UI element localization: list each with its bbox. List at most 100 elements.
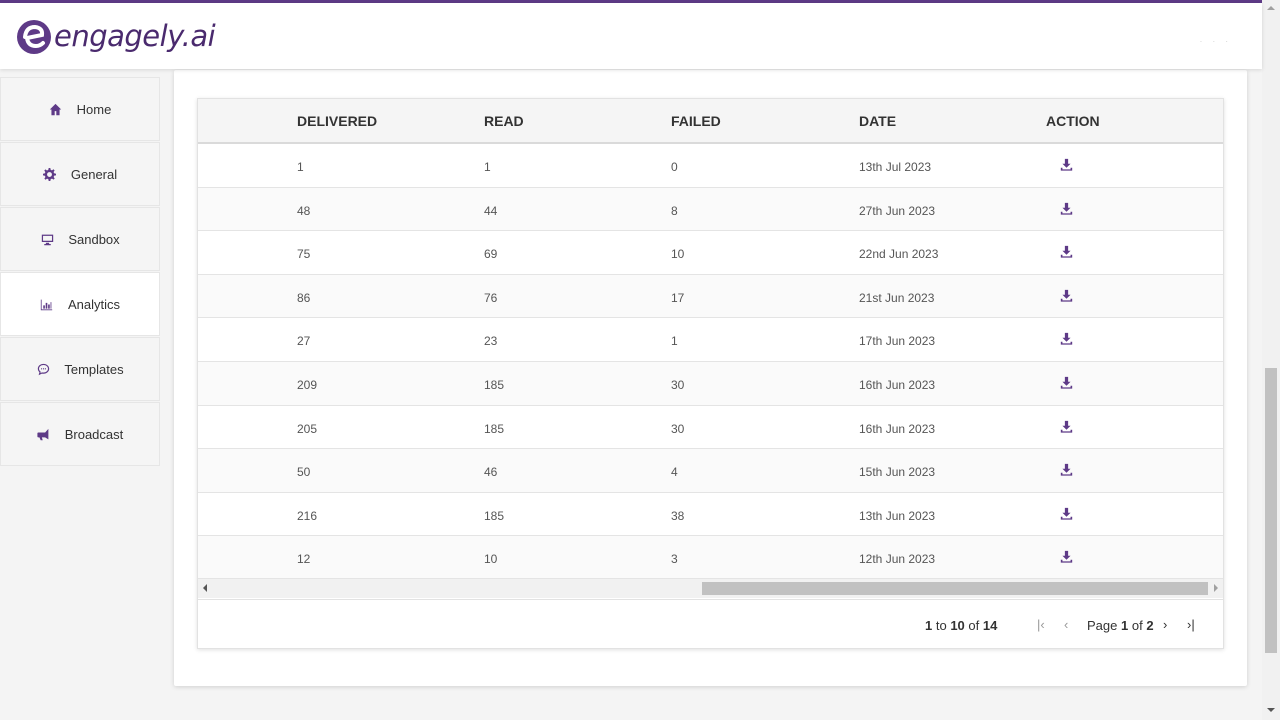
cell-failed: 17 <box>671 290 685 305</box>
cell-failed: 8 <box>671 203 678 218</box>
sidebar-item-label: Broadcast <box>64 426 124 442</box>
row-range-end: 10 <box>950 618 965 633</box>
cell-read: 185 <box>484 377 505 392</box>
cell-read: 185 <box>484 508 505 523</box>
table-row: 75 69 10 22nd Jun 2023 <box>198 231 1223 275</box>
download-icon[interactable] <box>1060 245 1074 259</box>
sidebar-item-broadcast[interactable]: Broadcast <box>0 402 160 466</box>
cell-date: 27th Jun 2023 <box>859 203 936 218</box>
horizontal-scroll-thumb[interactable] <box>702 582 1208 595</box>
cell-delivered: 1 <box>297 160 304 174</box>
cell-failed: 3 <box>671 552 678 567</box>
cell-delivered: 50 <box>297 465 311 480</box>
last-page-icon[interactable]: ›| <box>1187 617 1195 632</box>
table-row: 86 76 17 21st Jun 2023 <box>198 274 1223 319</box>
table-row: 216 185 38 13th Jun 2023 <box>198 493 1223 537</box>
home-icon <box>49 102 63 116</box>
sidebar-item-general[interactable]: General <box>0 142 160 206</box>
sidebar-item-label: Templates <box>64 361 124 377</box>
page-indicator: Page 1 of 2 <box>1087 618 1154 633</box>
previous-page-icon[interactable]: ‹ <box>1064 617 1068 632</box>
table-body: 1 1 0 13th Jul 2023 48 44 8 27th Jun 2023 75 69 10… <box>198 144 1223 580</box>
scroll-right-icon[interactable] <box>1214 584 1218 592</box>
vertical-scroll-thumb[interactable] <box>1265 368 1277 653</box>
cell-delivered: 205 <box>297 421 318 436</box>
scroll-down-icon[interactable] <box>1267 708 1275 712</box>
megaphone-icon <box>37 427 51 441</box>
column-header-delivered[interactable]: DELIVERED <box>297 113 377 129</box>
sidebar-item-analytics[interactable]: Analytics <box>0 272 160 336</box>
cell-read: 185 <box>484 421 505 436</box>
cell-delivered: 209 <box>297 377 318 392</box>
of-word: of <box>968 618 980 633</box>
scroll-up-icon[interactable] <box>1267 6 1275 10</box>
cell-delivered: 12 <box>297 552 311 567</box>
download-icon[interactable] <box>1060 420 1074 434</box>
cell-read: 1 <box>484 160 491 174</box>
row-total: 14 <box>982 618 998 633</box>
cell-date: 13th Jul 2023 <box>859 160 932 174</box>
download-icon[interactable] <box>1060 463 1074 477</box>
table-row: 1 1 0 13th Jul 2023 <box>198 144 1223 188</box>
cell-failed: 38 <box>671 508 685 523</box>
total-pages: 2 <box>1146 618 1154 633</box>
monitor-icon <box>40 232 54 246</box>
download-icon[interactable] <box>1060 158 1074 172</box>
next-page-icon[interactable]: › <box>1163 617 1167 632</box>
download-icon[interactable] <box>1060 202 1074 216</box>
sidebar-item-home[interactable]: Home <box>0 77 160 141</box>
download-icon[interactable] <box>1060 550 1074 564</box>
cell-read: 10 <box>484 552 498 567</box>
cell-date: 21st Jun 2023 <box>859 290 935 305</box>
logo-mark-icon <box>17 20 51 54</box>
scroll-left-icon[interactable] <box>203 584 207 592</box>
cell-delivered: 75 <box>297 247 311 262</box>
horizontal-scrollbar[interactable] <box>198 578 1223 598</box>
cell-read: 44 <box>484 203 498 218</box>
cell-read: 46 <box>484 465 498 480</box>
cell-delivered: 27 <box>297 334 311 349</box>
download-icon[interactable] <box>1060 289 1074 303</box>
pagination: 1 to 10 of 14 |‹ ‹ Page 1 of 2 › ›| <box>198 599 1223 649</box>
row-count-summary: 1 to 10 of 14 <box>925 618 997 633</box>
to-word: to <box>935 618 947 633</box>
sidebar-item-sandbox[interactable]: Sandbox <box>0 207 160 271</box>
cell-date: 15th Jun 2023 <box>859 465 936 480</box>
cell-date: 13th Jun 2023 <box>859 508 936 523</box>
vertical-scrollbar[interactable] <box>1262 0 1280 720</box>
sidebar-item-label: Home <box>76 101 112 117</box>
download-icon[interactable] <box>1060 376 1074 390</box>
gear-icon <box>43 167 57 181</box>
cell-read: 76 <box>484 290 498 305</box>
cell-failed: 4 <box>671 465 678 480</box>
bar-chart-icon <box>40 297 54 311</box>
sidebar-item-templates[interactable]: Templates <box>0 337 160 401</box>
cell-date: 16th Jun 2023 <box>859 421 936 436</box>
table-row: 48 44 8 27th Jun 2023 <box>198 187 1223 232</box>
cell-date: 17th Jun 2023 <box>859 334 936 349</box>
header-faint-dots: · · · <box>1199 37 1232 46</box>
download-icon[interactable] <box>1060 332 1074 346</box>
column-header-failed[interactable]: FAILED <box>671 113 721 129</box>
table-row: 12 10 3 12th Jun 2023 <box>198 536 1223 580</box>
sidebar: Home General Sandbox Analytics Templates… <box>0 77 160 467</box>
sidebar-item-label: Sandbox <box>68 231 120 247</box>
column-header-read[interactable]: READ <box>484 113 524 129</box>
cell-read: 69 <box>484 247 498 262</box>
table-row: 209 185 30 16th Jun 2023 <box>198 361 1223 406</box>
first-page-icon[interactable]: |‹ <box>1037 617 1045 632</box>
download-icon[interactable] <box>1060 507 1074 521</box>
sidebar-item-label: Analytics <box>67 296 121 312</box>
column-header-action[interactable]: ACTION <box>1046 113 1100 129</box>
cell-failed: 1 <box>671 334 678 349</box>
table-row: 50 46 4 15th Jun 2023 <box>198 449 1223 493</box>
cell-failed: 30 <box>671 421 685 436</box>
cell-read: 23 <box>484 334 498 349</box>
cell-delivered: 86 <box>297 290 311 305</box>
broadcast-report-grid: DELIVERED READ FAILED DATE ACTION 1 1 0 13t… <box>197 98 1224 649</box>
logo[interactable]: engagely.ai <box>16 15 216 57</box>
column-header-date[interactable]: DATE <box>859 113 896 129</box>
cell-delivered: 216 <box>297 508 318 523</box>
table-header: DELIVERED READ FAILED DATE ACTION <box>198 99 1223 144</box>
cell-delivered: 48 <box>297 203 311 218</box>
